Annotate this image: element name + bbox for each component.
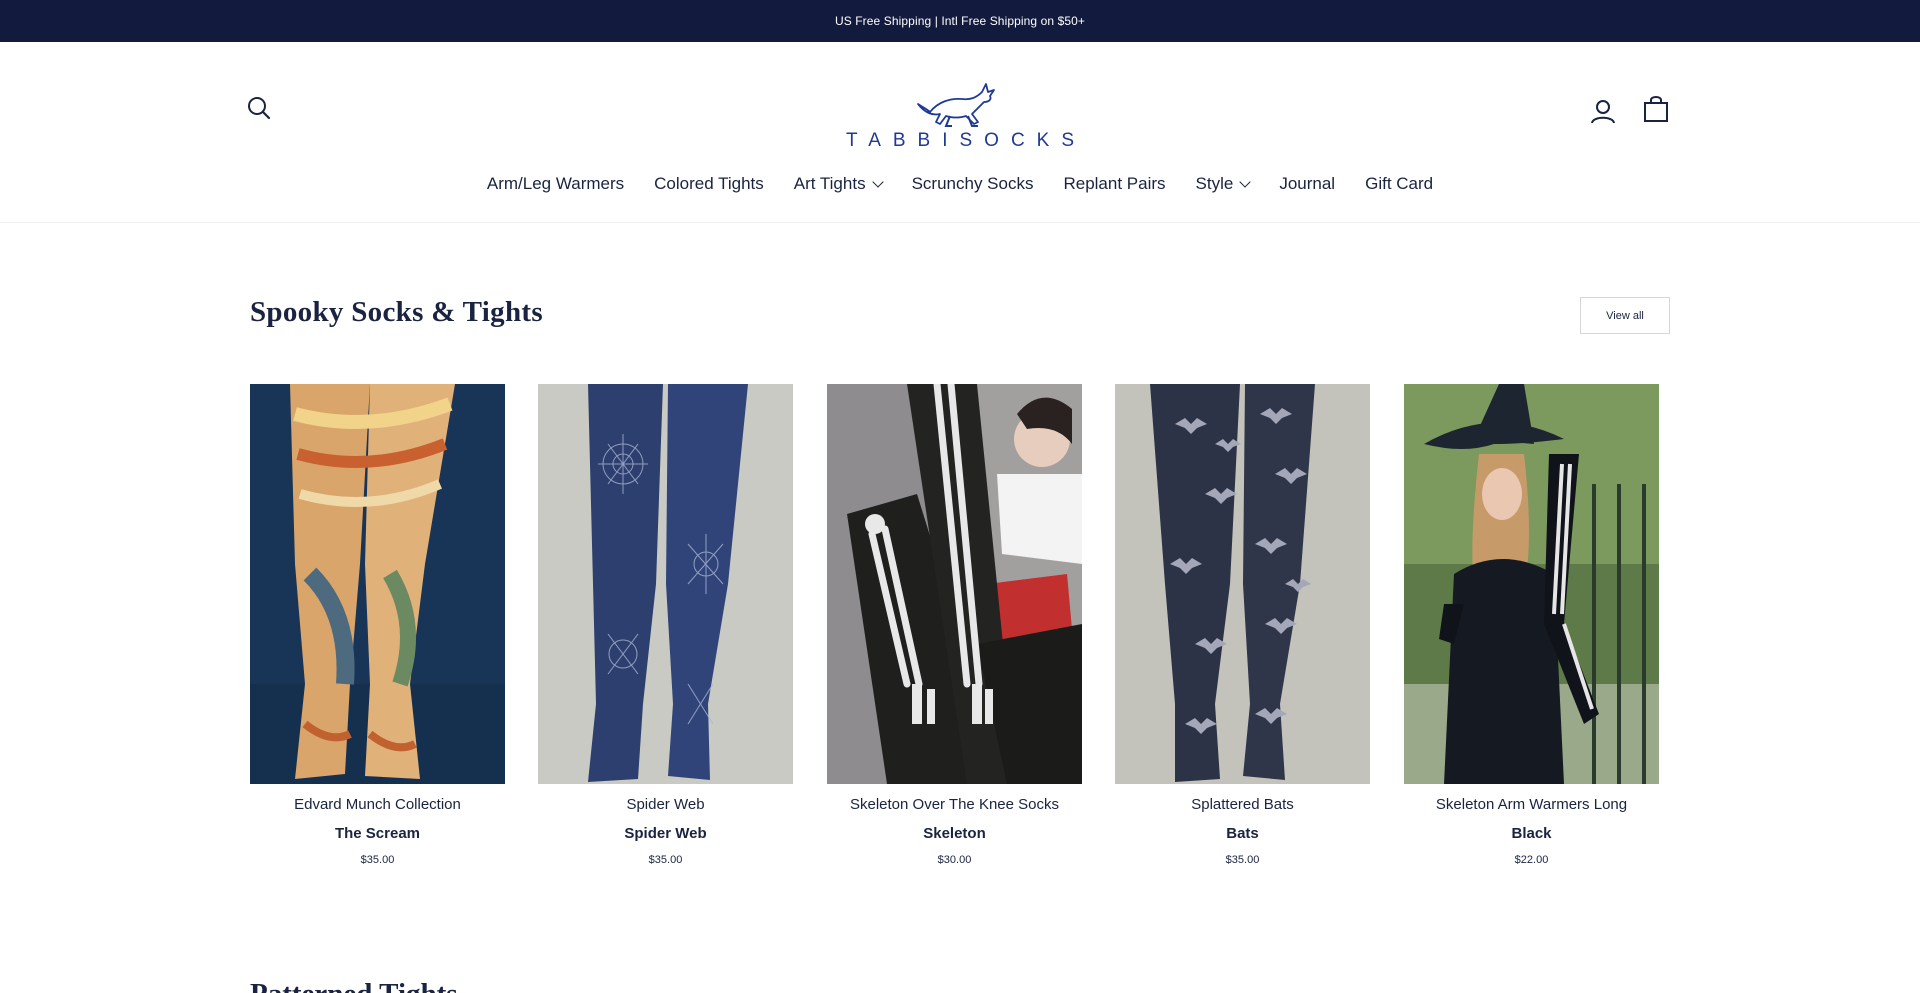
- nav-label: Style: [1195, 174, 1234, 193]
- logo-wordmark: TABBISOCKS: [846, 130, 1087, 151]
- product-card[interactable]: Splattered Bats Bats $35.00: [1115, 384, 1370, 866]
- cart-icon: [1644, 96, 1668, 122]
- nav-item-replant-pairs[interactable]: Replant Pairs: [1048, 166, 1180, 202]
- product-name[interactable]: Spider Web: [538, 796, 793, 813]
- search-icon: [248, 97, 271, 120]
- product-variant: Bats: [1226, 825, 1259, 842]
- announcement-text: US Free Shipping | Intl Free Shipping on…: [834, 14, 1086, 28]
- cart-button[interactable]: [1641, 94, 1671, 124]
- fox-logo-icon: [917, 83, 995, 127]
- product-name[interactable]: Skeleton Over The Knee Socks: [827, 796, 1082, 813]
- nav-label: Gift Card: [1365, 174, 1434, 193]
- product-card[interactable]: Edvard Munch Collection The Scream $35.0…: [250, 384, 505, 866]
- product-card[interactable]: Spider Web Spider Web $35.00: [538, 384, 793, 866]
- view-all-button[interactable]: View all: [1580, 297, 1670, 334]
- product-grid: Edvard Munch Collection The Scream $35.0…: [250, 384, 1670, 874]
- chevron-down-icon: [871, 175, 884, 188]
- search-button[interactable]: [246, 94, 272, 122]
- product-variant: Spider Web: [624, 825, 707, 842]
- nav-label: Colored Tights: [654, 174, 764, 193]
- nav-item-scrunchy-socks[interactable]: Scrunchy Socks: [897, 166, 1049, 202]
- nav-item-journal[interactable]: Journal: [1264, 166, 1350, 202]
- nav-label: Art Tights: [793, 174, 866, 193]
- nav-label: Arm/Leg Warmers: [486, 174, 625, 193]
- account-button[interactable]: [1588, 96, 1618, 126]
- product-variant: Black: [1511, 825, 1552, 842]
- product-name[interactable]: Edvard Munch Collection: [250, 796, 505, 813]
- product-variant: The Scream: [334, 825, 421, 842]
- product-card[interactable]: Skeleton Over The Knee Socks Skeleton $3…: [827, 384, 1082, 866]
- nav-label: Scrunchy Socks: [911, 174, 1034, 193]
- product-variant: Skeleton: [923, 825, 986, 842]
- nav-item-art-tights[interactable]: Art Tights: [779, 166, 897, 202]
- product-price: $30.00: [937, 854, 972, 866]
- product-name[interactable]: Skeleton Arm Warmers Long: [1404, 796, 1659, 813]
- account-icon: [1591, 100, 1615, 124]
- announcement-bar: US Free Shipping | Intl Free Shipping on…: [0, 0, 1920, 42]
- product-image[interactable]: [250, 384, 505, 784]
- product-price: $35.00: [1225, 854, 1260, 866]
- product-image[interactable]: [538, 384, 793, 784]
- product-price: $35.00: [648, 854, 683, 866]
- nav-item-arm-leg-warmers[interactable]: Arm/Leg Warmers: [472, 166, 639, 202]
- main-nav: Arm/Leg Warmers Colored Tights Art Tight…: [0, 166, 1920, 202]
- nav-item-gift-card[interactable]: Gift Card: [1350, 166, 1448, 202]
- nav-label: Replant Pairs: [1063, 174, 1166, 193]
- product-card[interactable]: Skeleton Arm Warmers Long Black $22.00: [1404, 384, 1659, 866]
- product-price: $35.00: [360, 854, 395, 866]
- nav-label: Journal: [1279, 174, 1336, 193]
- nav-item-style[interactable]: Style: [1181, 166, 1265, 202]
- next-section-title: Patterned Tights: [250, 978, 458, 993]
- section-title: Spooky Socks & Tights: [250, 296, 543, 328]
- product-name[interactable]: Splattered Bats: [1115, 796, 1370, 813]
- product-image[interactable]: [827, 384, 1082, 784]
- site-header: TABBISOCKS Arm/Leg Warmers Colored Tight…: [0, 42, 1920, 223]
- product-price: $22.00: [1514, 854, 1549, 866]
- product-image[interactable]: [1115, 384, 1370, 784]
- nav-item-colored-tights[interactable]: Colored Tights: [639, 166, 779, 202]
- product-image[interactable]: [1404, 384, 1659, 784]
- brand-logo[interactable]: TABBISOCKS: [846, 72, 1074, 160]
- chevron-down-icon: [1239, 175, 1251, 188]
